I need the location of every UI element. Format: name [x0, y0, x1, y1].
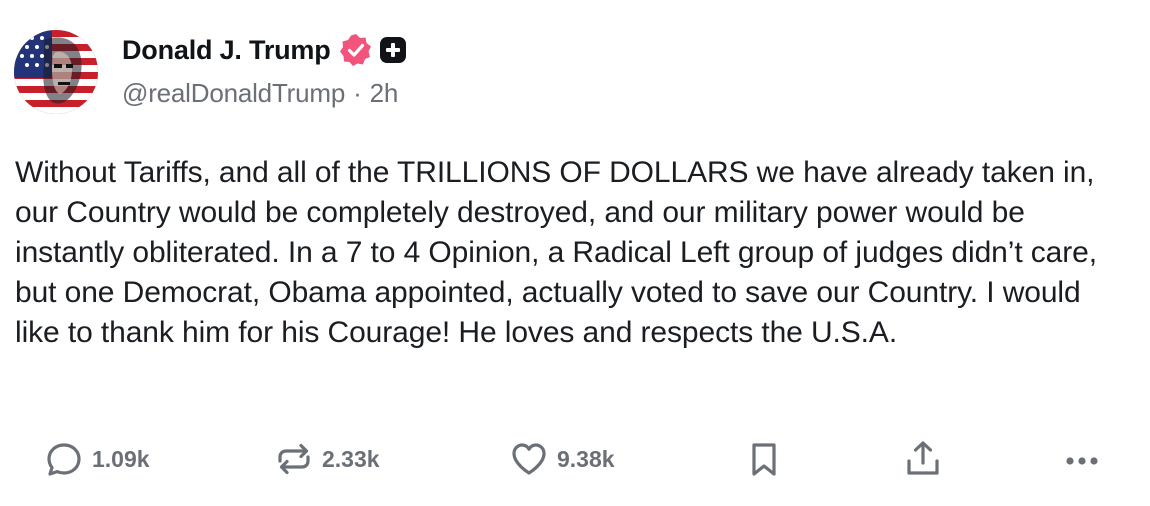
author-handle[interactable]: @realDonaldTrump — [122, 78, 345, 108]
avatar[interactable] — [14, 30, 98, 114]
action-bar: 1.09k 2.33k 9.38k — [0, 436, 1150, 482]
share-upload-icon — [903, 439, 943, 479]
plus-badge-icon — [379, 36, 407, 64]
speech-bubble-icon — [44, 439, 84, 479]
like-count: 9.38k — [557, 445, 615, 472]
bookmark-icon — [744, 439, 784, 479]
more-dots-icon — [1062, 439, 1102, 479]
post-timestamp[interactable]: 2h — [370, 78, 399, 108]
name-row: Donald J. Trump — [122, 30, 407, 70]
avatar-image — [14, 30, 98, 114]
handle-row: @realDonaldTrump · 2h — [122, 78, 407, 109]
author-display-name[interactable]: Donald J. Trump — [122, 35, 331, 66]
share-button[interactable] — [903, 436, 943, 482]
separator-dot: · — [353, 78, 362, 108]
repost-arrows-icon — [274, 439, 314, 479]
repost-count: 2.33k — [322, 445, 380, 472]
post-header: Donald J. Trump @realDonaldTrump · 2h — [122, 30, 407, 109]
like-button[interactable]: 9.38k — [509, 436, 615, 482]
verified-badge-icon — [339, 33, 373, 67]
post-body-text: Without Tariffs, and all of the TRILLION… — [15, 156, 1097, 349]
reply-count: 1.09k — [92, 445, 150, 472]
bookmark-button[interactable] — [744, 436, 784, 482]
more-options-button[interactable] — [1062, 436, 1102, 482]
heart-icon — [509, 439, 549, 479]
post-card: Donald J. Trump @realDonaldTrump · 2h With… — [0, 0, 1150, 506]
reply-button[interactable]: 1.09k — [44, 436, 150, 482]
repost-button[interactable]: 2.33k — [274, 436, 380, 482]
